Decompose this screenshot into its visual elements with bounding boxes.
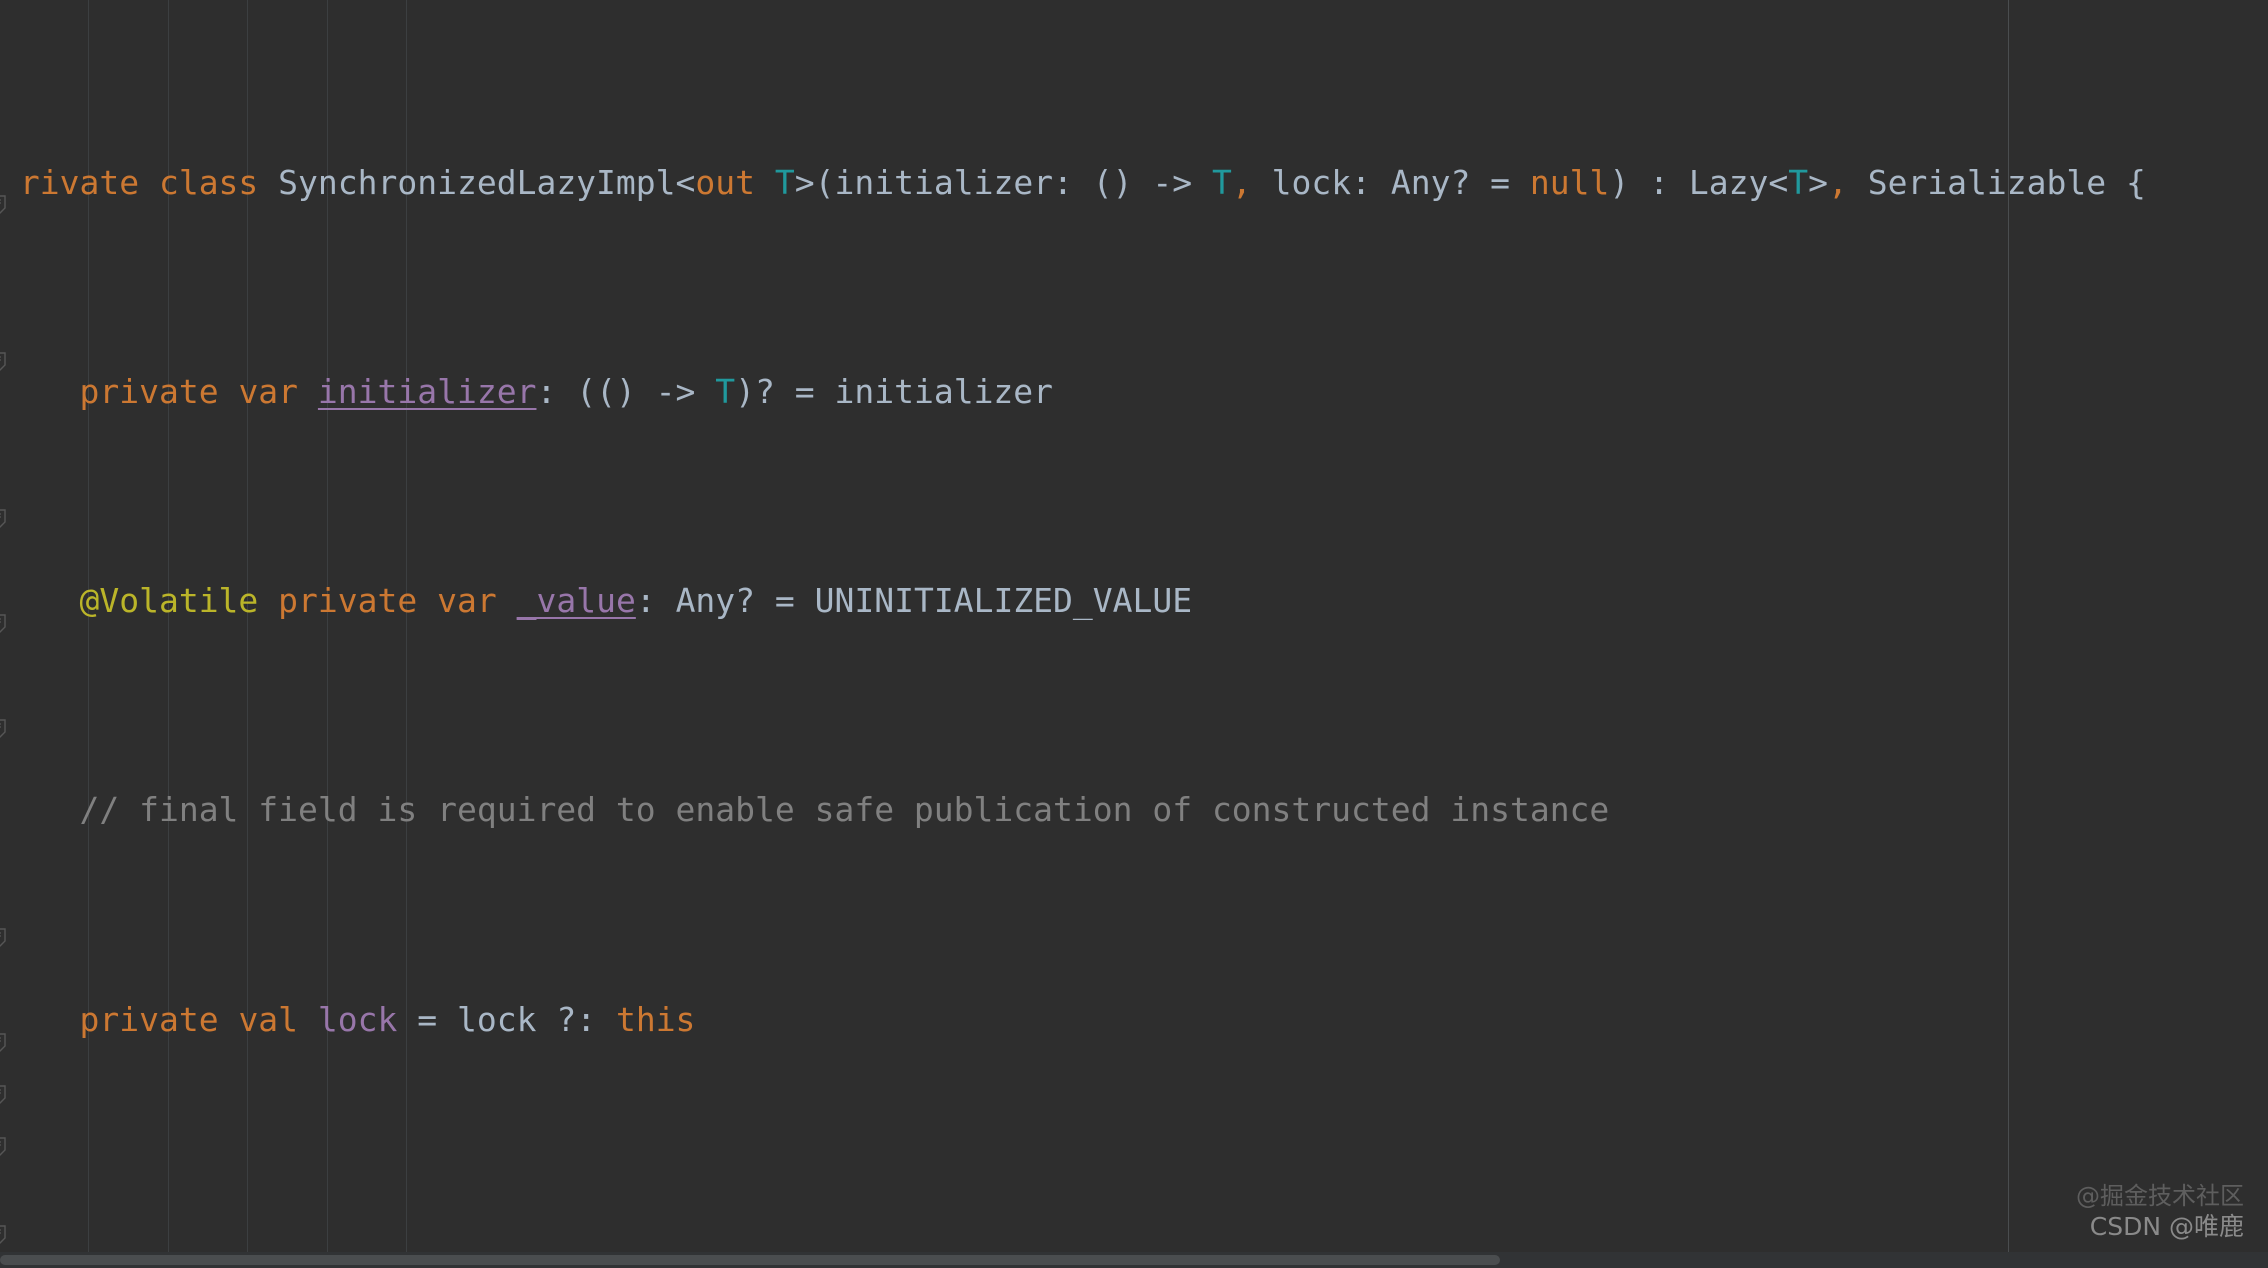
token-punct: <	[675, 162, 696, 202]
watermark-line-1: @掘金技术社区	[2076, 1182, 2244, 1210]
token-punct: >	[1808, 162, 1828, 202]
code-vision-marker-icon[interactable]	[0, 927, 10, 949]
token-comma: ,	[1231, 162, 1252, 202]
token-params: lock: Any? =	[1251, 162, 1530, 202]
watermark-line-2: CSDN @唯鹿	[2089, 1212, 2244, 1241]
token-typeparam: T	[715, 372, 736, 412]
token-params: initializer: () ->	[834, 162, 1213, 202]
token-property: lock	[317, 999, 398, 1039]
editor-gutter[interactable]	[0, 0, 22, 1268]
code-line[interactable]: private val lock = lock ?: this	[0, 994, 2245, 1046]
horizontal-scrollbar[interactable]	[0, 1252, 2268, 1268]
code-vision-marker-icon[interactable]	[0, 1224, 10, 1246]
token-keyword: var	[238, 372, 299, 412]
token-supertypes: ) : Lazy<	[1609, 162, 1789, 202]
token-field: _value	[516, 581, 636, 621]
token-keyword: class	[158, 162, 259, 202]
code-text-area[interactable]: private class SynchronizedLazyImpl<out T…	[0, 0, 2245, 1268]
code-line[interactable]: // final field is required to enable saf…	[0, 784, 2245, 836]
token-keyword: var	[437, 581, 497, 621]
code-line[interactable]: private var initializer: (() -> T)? = in…	[0, 366, 2245, 418]
token-keyword: null	[1529, 162, 1610, 202]
token-keyword: private	[278, 581, 418, 621]
token-supertypes: Serializable {	[1847, 162, 2146, 202]
code-vision-marker-icon[interactable]	[0, 1084, 10, 1106]
token-classname: SynchronizedLazyImpl	[278, 162, 676, 202]
token-keyword: val	[238, 999, 299, 1039]
code-line[interactable]: private class SynchronizedLazyImpl<out T…	[0, 157, 2245, 209]
token-type: : Any? = UNINITIALIZED_VALUE	[635, 581, 1193, 621]
code-vision-marker-icon[interactable]	[0, 718, 10, 740]
code-line[interactable]: @Volatile private var _value: Any? = UNI…	[0, 575, 2245, 627]
token-comma: ,	[1827, 162, 1848, 202]
code-vision-marker-icon[interactable]	[0, 194, 10, 216]
code-vision-marker-icon[interactable]	[0, 613, 10, 635]
code-vision-marker-icon[interactable]	[0, 508, 10, 530]
token-keyword: private	[79, 999, 219, 1039]
code-vision-marker-icon[interactable]	[0, 1032, 10, 1054]
code-vision-marker-icon[interactable]	[0, 1136, 10, 1158]
horizontal-scrollbar-thumb[interactable]	[0, 1255, 1500, 1265]
token-typeparam: T	[1788, 162, 1809, 202]
token-keyword: this	[615, 999, 696, 1039]
token-annotation: @Volatile	[79, 581, 259, 621]
token-comment: // final field is required to enable saf…	[79, 790, 1610, 830]
code-line-blank[interactable]	[0, 1203, 2245, 1255]
token-keyword: out	[695, 162, 756, 202]
code-vision-marker-icon[interactable]	[0, 351, 10, 373]
watermark: @掘金技术社区 CSDN @唯鹿	[2076, 1181, 2244, 1242]
token-type: : (() ->	[536, 372, 716, 412]
token-type: )? = initializer	[735, 372, 1054, 412]
token-expr: = lock ?:	[397, 999, 616, 1039]
token-punct: >(	[794, 162, 835, 202]
code-editor-surface[interactable]: private class SynchronizedLazyImpl<out T…	[0, 0, 2268, 1268]
token-field: initializer	[317, 372, 537, 412]
token-typeparam: T	[1212, 162, 1232, 202]
token-keyword: private	[79, 372, 219, 412]
token-typeparam: T	[774, 162, 795, 202]
